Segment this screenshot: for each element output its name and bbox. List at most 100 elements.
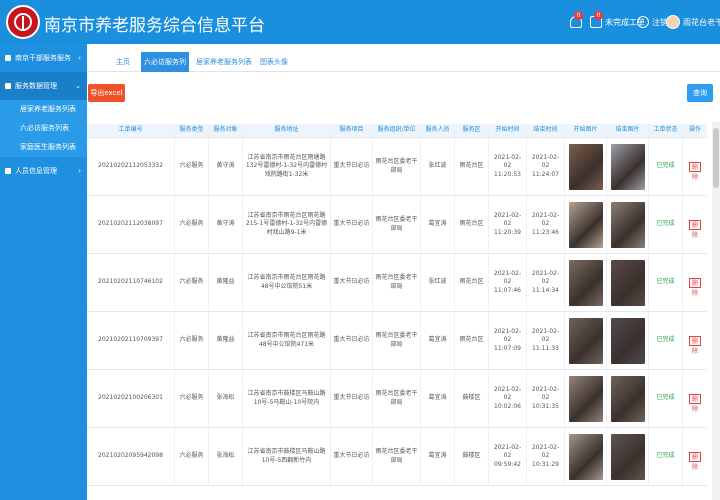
delete-button[interactable]: 删除: [689, 277, 701, 297]
start-photo-cell: [565, 254, 607, 311]
app-title: 南京市养老服务综合信息平台: [44, 16, 265, 36]
sidebar-subitem-six-visits[interactable]: 六必访服务列表: [0, 119, 87, 138]
start-photo-thumbnail[interactable]: [568, 259, 603, 306]
column-header: 结束时间: [527, 124, 565, 137]
cell-end: 2021-02-02 10:31:35: [527, 370, 565, 427]
start-photo-thumbnail[interactable]: [568, 201, 603, 248]
export-excel-button[interactable]: 导出excel: [88, 84, 125, 102]
delete-button[interactable]: 删除: [689, 451, 701, 471]
query-button[interactable]: 查询: [687, 84, 713, 102]
power-icon: [637, 16, 649, 28]
cell-client: 黄守涛: [209, 138, 243, 195]
cell-start: 2021-02-02 09:59:42: [489, 428, 527, 485]
cell-start: 2021-02-02 11:07:09: [489, 312, 527, 369]
person-icon: [5, 168, 11, 174]
cell-status: 已完成: [649, 138, 683, 195]
bell-icon: 0: [570, 11, 583, 28]
cell-type: 六必服务: [175, 196, 209, 253]
table-row[interactable]: 20210202110746102 六必服务 黄隆益 江苏省南京市雨花台区雨花路48号…: [87, 254, 707, 312]
start-photo-thumbnail[interactable]: [568, 143, 603, 190]
action-cell: 删除: [683, 428, 707, 485]
delete-button[interactable]: 删除: [689, 219, 701, 239]
user-menu[interactable]: 雨花台老干局 ▾: [666, 13, 720, 31]
cell-item: 重大节日必访: [331, 312, 373, 369]
column-header: 结束图片: [607, 124, 649, 137]
tab-home-care[interactable]: 居家养老服务列表: [193, 52, 255, 72]
cell-item: 重大节日必访: [331, 196, 373, 253]
table-row[interactable]: 20210202112038097 六必服务 黄守涛 江苏省南京市雨花台区雨花路215…: [87, 196, 707, 254]
column-header: 服务区: [455, 124, 489, 137]
cell-client: 张海松: [209, 370, 243, 427]
sidebar-item-service-data[interactable]: 服务数据管理 ⌄: [0, 72, 87, 100]
cell-staff: 葛宜涛: [421, 428, 455, 485]
tab-chart-avatar[interactable]: 图表头像: [257, 52, 291, 72]
cell-end: 2021-02-02 11:24:07: [527, 138, 565, 195]
end-photo-cell: [607, 196, 649, 253]
main-content: 主页 六必访服务列表 居家养老服务列表 图表头像 导出excel 查询 工单编号…: [87, 44, 720, 500]
cell-district: 雨花台区: [455, 138, 489, 195]
scrollbar-thumb[interactable]: [713, 128, 719, 188]
orders-badge: 0: [594, 11, 603, 20]
cell-id: 20210202110709397: [87, 312, 175, 369]
column-header: 开始图片: [565, 124, 607, 137]
table-row[interactable]: 20210202110709397 六必服务 黄隆益 江苏省南京市雨花台区雨花路48号…: [87, 312, 707, 370]
cell-district: 雨花台区: [455, 254, 489, 311]
delete-button[interactable]: 删除: [689, 335, 701, 355]
end-photo-cell: [607, 138, 649, 195]
end-photo-thumbnail[interactable]: [610, 201, 645, 248]
notification-button[interactable]: 0: [570, 11, 585, 31]
cell-client: 黄隆益: [209, 254, 243, 311]
action-cell: 删除: [683, 312, 707, 369]
tab-home[interactable]: 主页: [103, 52, 143, 72]
cell-client: 黄守涛: [209, 196, 243, 253]
delete-button[interactable]: 删除: [689, 393, 701, 413]
cell-end: 2021-02-02 10:31:29: [527, 428, 565, 485]
column-header: 操作: [688, 126, 701, 134]
sidebar-item-cadre-service[interactable]: 南京干部服务服务 ›: [0, 44, 87, 72]
action-cell: 删除: [683, 196, 707, 253]
cell-status: 已完成: [649, 254, 683, 311]
cell-org: 雨花台区委老干部局: [373, 254, 421, 311]
start-photo-cell: [565, 312, 607, 369]
end-photo-cell: [607, 312, 649, 369]
cell-id: 20210202112038097: [87, 196, 175, 253]
sidebar-subitem-home-care[interactable]: 居家养老服务列表: [0, 100, 87, 119]
cell-address: 江苏省南京市雨花台区雨花路48号中公馆院51米: [243, 254, 331, 311]
sidebar-item-personnel[interactable]: 人员信息管理 ›: [0, 157, 87, 185]
table-row[interactable]: 20210202095942098 六必服务 张海松 江苏省南京市鼓楼区马鞍山路10号…: [87, 428, 707, 486]
table-row[interactable]: 20210202112053332 六必服务 黄守涛 江苏省南京市雨花台区雨塘路132…: [87, 138, 707, 196]
sidebar-subitem-family-doctor[interactable]: 家庭医生服务列表: [0, 138, 87, 157]
column-header: 工单编号: [87, 124, 175, 137]
table-row[interactable]: 20210202100206301 六必服务 张海松 江苏省南京市鼓楼区马鞍山路10号…: [87, 370, 707, 428]
end-photo-thumbnail[interactable]: [610, 317, 645, 364]
end-photo-thumbnail[interactable]: [610, 433, 645, 480]
sidebar-item-label: 南京干部服务服务: [15, 54, 71, 62]
start-photo-cell: [565, 196, 607, 253]
end-photo-thumbnail[interactable]: [610, 143, 645, 190]
cell-item: 重大节日必访: [331, 254, 373, 311]
cell-item: 重大节日必访: [331, 428, 373, 485]
end-photo-thumbnail[interactable]: [610, 375, 645, 422]
cell-type: 六必服务: [175, 312, 209, 369]
cell-client: 黄隆益: [209, 312, 243, 369]
tab-bar: 主页 六必访服务列表 居家养老服务列表 图表头像: [87, 48, 720, 86]
column-header: 服务项目: [331, 124, 373, 137]
end-photo-thumbnail[interactable]: [610, 259, 645, 306]
user-label: 雨花台老干局: [683, 17, 720, 27]
cell-staff: 葛宜涛: [421, 370, 455, 427]
start-photo-thumbnail[interactable]: [568, 317, 603, 364]
start-photo-cell: [565, 428, 607, 485]
logout-button[interactable]: 注销: [637, 13, 668, 31]
start-photo-thumbnail[interactable]: [568, 375, 603, 422]
tab-six-visits[interactable]: 六必访服务列表: [141, 52, 189, 86]
cell-status: 已完成: [649, 312, 683, 369]
column-header: 服务人员: [421, 124, 455, 137]
cell-status: 已完成: [649, 196, 683, 253]
cell-staff: 葛宜涛: [421, 312, 455, 369]
cell-id: 20210202110746102: [87, 254, 175, 311]
start-photo-thumbnail[interactable]: [568, 433, 603, 480]
cell-address: 江苏省南京市鼓楼区马鞍山路10号-5西翻新竹内: [243, 428, 331, 485]
cell-item: 重大节日必访: [331, 370, 373, 427]
cell-id: 20210202112053332: [87, 138, 175, 195]
delete-button[interactable]: 删除: [689, 161, 701, 181]
